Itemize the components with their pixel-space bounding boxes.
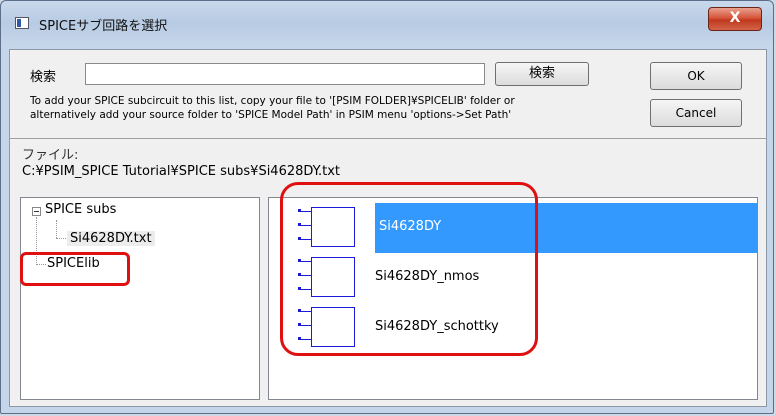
search-label: 検索	[30, 70, 57, 85]
tree-item-spice-subs[interactable]: SPICE subs	[45, 202, 116, 217]
cancel-button[interactable]: Cancel	[650, 99, 742, 127]
tree-item-si4628dy-txt[interactable]: Si4628DY.txt	[67, 231, 155, 246]
tree-line	[56, 220, 57, 238]
collapse-icon[interactable]	[32, 207, 41, 216]
title-bar[interactable]: SPICEサブ回路を選択 X	[1, 1, 773, 47]
ok-button[interactable]: OK	[650, 62, 742, 90]
search-input[interactable]	[85, 63, 485, 85]
window-title: SPICEサブ回路を選択	[39, 19, 168, 34]
annotation-highlight-subcircuits	[280, 182, 538, 356]
folder-tree[interactable]: SPICE subs Si4628DY.txt SPICElib	[20, 197, 260, 400]
search-button[interactable]: 検索	[495, 62, 589, 86]
help-line-1: To add your SPICE subcircuit to this lis…	[30, 95, 515, 107]
app-icon	[15, 17, 29, 29]
close-button[interactable]: X	[708, 7, 762, 31]
divider	[10, 138, 766, 139]
file-label: ファイル:	[22, 148, 79, 163]
annotation-highlight-spicelib	[20, 252, 130, 286]
help-line-2: alternatively add your source folder to …	[30, 109, 512, 121]
close-icon: X	[729, 10, 741, 26]
help-text: To add your SPICE subcircuit to this lis…	[30, 94, 630, 122]
file-path: C:¥PSIM_SPICE Tutorial¥SPICE subs¥Si4628…	[22, 164, 341, 179]
